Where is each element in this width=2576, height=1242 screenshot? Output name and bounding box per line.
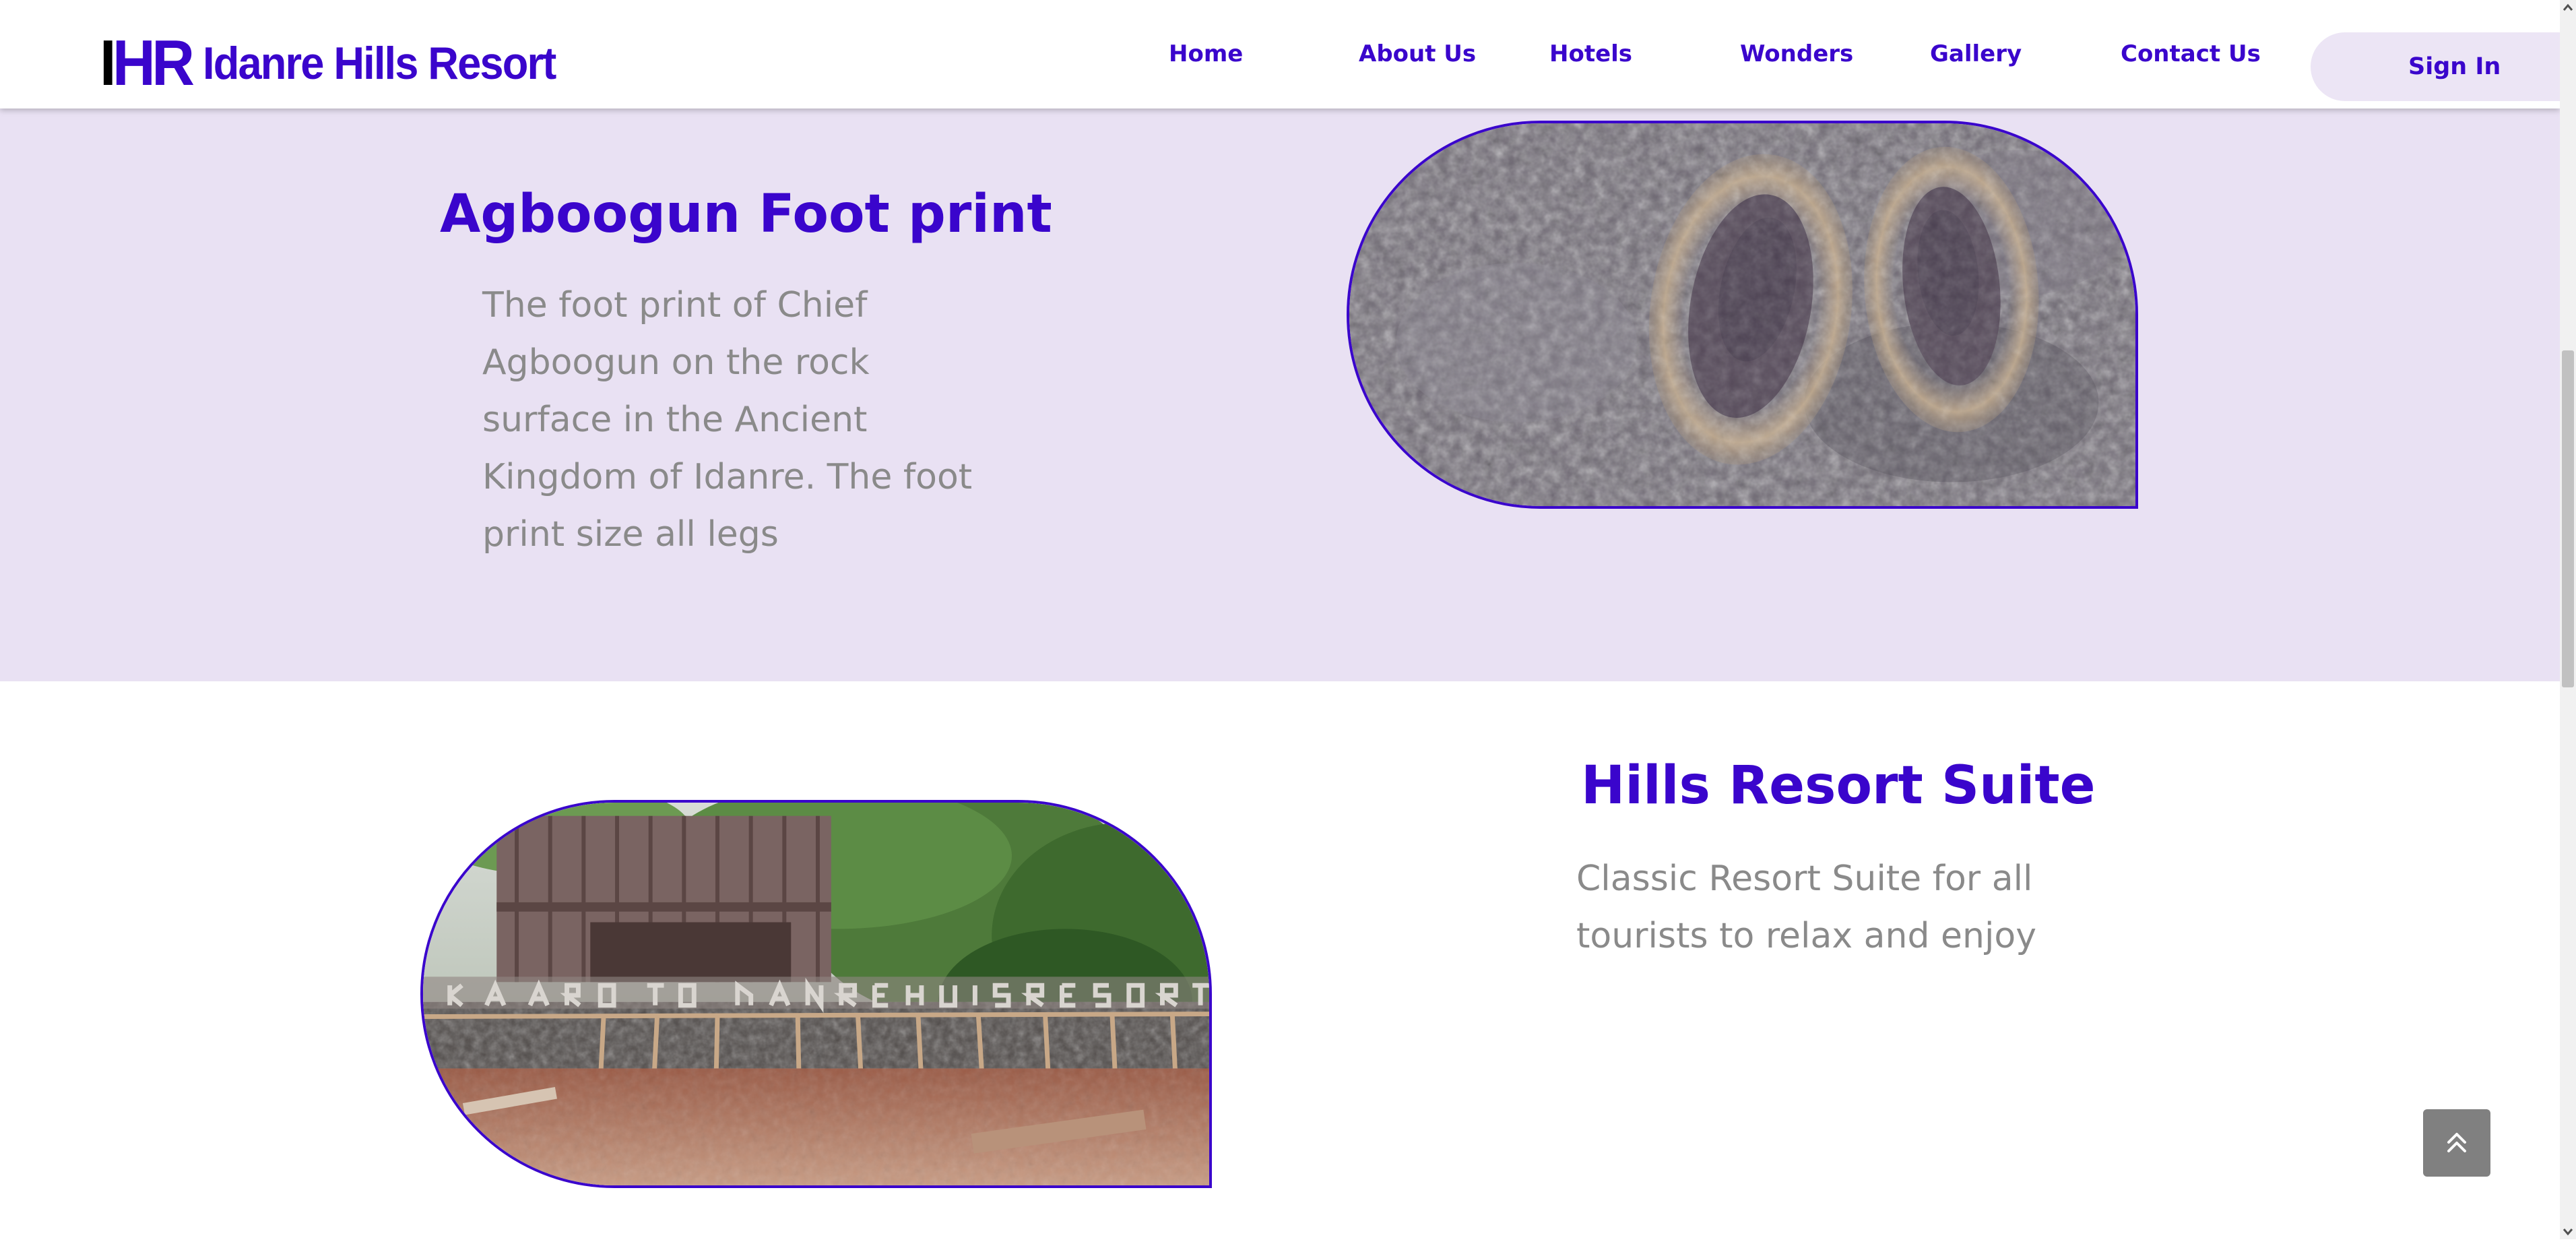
logo-name: Idanre Hills Resort	[203, 38, 556, 89]
back-to-top-button[interactable]	[2423, 1109, 2490, 1177]
resort-suite-image	[423, 803, 1209, 1185]
section-hills-resort-suite: Hills Resort Suite Classic Resort Suite …	[0, 681, 2560, 1239]
nav-gallery[interactable]: Gallery	[1930, 40, 2022, 67]
section-title: Agboogun Foot print	[440, 184, 1052, 245]
scroll-up-arrow-icon[interactable]	[2560, 0, 2576, 16]
vertical-scrollbar[interactable]	[2560, 0, 2576, 1239]
section-description: The foot print of Chief Agboogun on the …	[482, 285, 973, 555]
logo-mark-hr: HR	[112, 27, 195, 99]
double-chevron-up-icon	[2447, 1133, 2466, 1152]
resort-suite-photo	[420, 800, 1212, 1188]
section-description: Classic Resort Suite for all tourists to…	[1576, 859, 2037, 956]
site-logo[interactable]: IHR Idanre Hills Resort	[100, 31, 582, 96]
footprint-image	[1349, 123, 2135, 506]
site-header: IHR Idanre Hills Resort Home About Us Ho…	[0, 0, 2560, 108]
logo-mark: IHR	[100, 31, 195, 96]
nav-home[interactable]: Home	[1169, 40, 1243, 67]
section-title: Hills Resort Suite	[1581, 755, 2096, 816]
sign-in-button[interactable]: Sign In	[2311, 32, 2560, 101]
sign-in-label: Sign In	[2408, 53, 2501, 80]
section-agboogun-footprint: Agboogun Foot print The foot print of Ch…	[0, 108, 2560, 681]
nav-wonders[interactable]: Wonders	[1740, 40, 1853, 67]
scroll-down-arrow-icon[interactable]	[2560, 1223, 2576, 1239]
scrollbar-thumb[interactable]	[2562, 350, 2574, 687]
nav-contact-us[interactable]: Contact Us	[2121, 40, 2261, 67]
nav-hotels[interactable]: Hotels	[1549, 40, 1632, 67]
nav-about-us[interactable]: About Us	[1359, 40, 1476, 67]
page: IHR Idanre Hills Resort Home About Us Ho…	[0, 0, 2560, 1239]
logo-mark-i: I	[100, 27, 116, 99]
footprint-photo	[1347, 121, 2138, 509]
